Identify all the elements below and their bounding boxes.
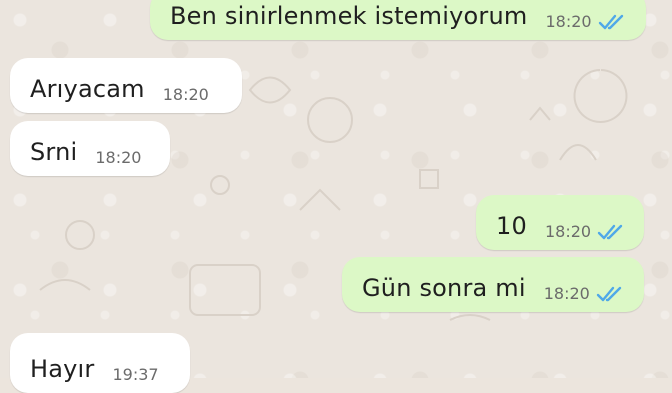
message-time: 19:37 <box>112 365 159 384</box>
message-time: 18:20 <box>545 12 592 31</box>
message-time: 18:20 <box>544 222 592 241</box>
message-bubble-outgoing[interactable]: Ben sinirlenmek istemiyorum 18:20 <box>150 0 646 40</box>
message-bubble-outgoing[interactable]: Gün sonra mi 18:20 <box>342 257 644 312</box>
message-bubble-incoming[interactable]: Arıyacam 18:20 <box>10 58 242 113</box>
message-bubble-outgoing[interactable]: 10 18:20 <box>476 195 644 250</box>
message-time: 18:20 <box>543 284 590 303</box>
message-time: 18:20 <box>95 148 142 167</box>
message-text: Ben sinirlenmek istemiyorum <box>170 2 528 30</box>
message-meta: 18:20 <box>543 282 624 303</box>
message-text: Gün sonra mi <box>362 274 526 302</box>
message-text: 10 <box>496 212 527 240</box>
message-meta: 18:20 <box>544 220 625 241</box>
message-bubble-incoming[interactable]: Hayır 19:37 <box>10 333 190 393</box>
wallpaper-doodle-icon <box>39 69 628 321</box>
message-time: 18:20 <box>162 85 209 104</box>
double-check-read-icon <box>598 13 626 31</box>
message-text: Hayır <box>30 355 95 383</box>
double-check-read-icon <box>596 285 624 303</box>
double-check-read-icon <box>597 223 625 241</box>
message-text: Arıyacam <box>30 75 145 103</box>
message-text: Srni <box>30 138 78 166</box>
message-meta: 18:20 <box>545 10 626 31</box>
message-bubble-incoming[interactable]: Srni 18:20 <box>10 121 170 176</box>
